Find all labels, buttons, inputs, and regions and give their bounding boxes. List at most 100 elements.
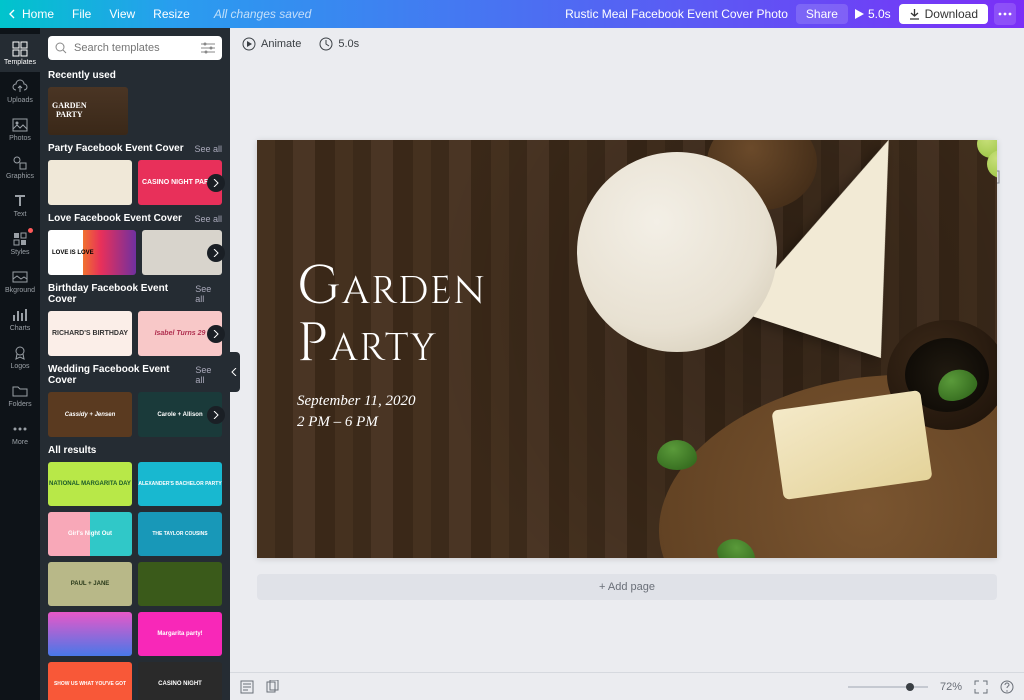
save-status: All changes saved — [214, 7, 311, 21]
template-thumb[interactable]: LOVE IS LOVE — [48, 230, 136, 275]
rail-more[interactable]: More — [0, 414, 40, 452]
design-canvas[interactable]: GardenParty September 11, 2020 2 PM – 6 … — [257, 140, 997, 558]
zoom-slider[interactable] — [848, 686, 928, 688]
chevron-left-icon — [8, 9, 18, 19]
see-all-link[interactable]: See all — [195, 284, 222, 304]
cloud-upload-icon — [12, 79, 28, 95]
animate-icon — [242, 37, 256, 51]
rail-graphics[interactable]: Graphics — [0, 148, 40, 186]
section-party: Party Facebook Event Cover — [48, 143, 184, 154]
animate-button[interactable]: Animate — [242, 37, 301, 51]
template-thumb[interactable]: Cassidy + Jensen — [48, 392, 132, 437]
rail-photos[interactable]: Photos — [0, 110, 40, 148]
more-menu-button[interactable] — [994, 3, 1016, 25]
file-menu[interactable]: File — [72, 7, 91, 21]
search-icon — [55, 42, 67, 54]
download-label: Download — [925, 7, 978, 21]
template-thumb[interactable] — [138, 562, 222, 606]
rail-background[interactable]: Bkground — [0, 262, 40, 300]
template-thumb[interactable]: ALEXANDER'S BACHELOR PARTY — [138, 462, 222, 506]
template-thumb[interactable]: GARDENPARTY — [48, 87, 128, 135]
context-toolbar: Animate 5.0s — [230, 28, 1024, 60]
image-icon — [12, 117, 28, 133]
template-thumb[interactable]: NATIONAL MARGARITA DAY — [48, 462, 132, 506]
section-wedding: Wedding Facebook Event Cover — [48, 364, 195, 386]
design-date[interactable]: September 11, 2020 — [297, 391, 487, 412]
side-rail: Templates Uploads Photos Graphics Text S… — [0, 28, 40, 700]
play-icon — [854, 9, 864, 19]
see-all-link[interactable]: See all — [194, 214, 222, 224]
duration-button[interactable]: 5.0s — [319, 37, 359, 51]
template-thumb[interactable]: SHOW US WHAT YOU'VE GOT — [48, 662, 132, 700]
template-thumb[interactable]: Girl's Night Out — [48, 512, 132, 556]
pages-icon[interactable] — [266, 680, 280, 694]
add-page-button[interactable]: + Add page — [257, 574, 997, 600]
section-all-results: All results — [48, 445, 96, 456]
template-thumb[interactable]: THE TAYLOR COUSINS — [138, 512, 222, 556]
templates-panel: Recently used GARDENPARTY Party Facebook… — [40, 28, 230, 700]
see-all-link[interactable]: See all — [195, 365, 222, 385]
document-title[interactable]: Rustic Meal Facebook Event Cover Photo — [565, 7, 788, 21]
bar-chart-icon — [12, 307, 28, 323]
chevron-right-icon — [212, 330, 220, 338]
view-menu[interactable]: View — [109, 7, 135, 21]
scroll-right-button[interactable] — [207, 244, 225, 262]
new-badge — [28, 228, 33, 233]
zoom-thumb[interactable] — [906, 683, 914, 691]
dots-icon — [998, 12, 1012, 16]
rail-charts[interactable]: Charts — [0, 300, 40, 338]
template-thumb[interactable]: CASINO NIGHT — [138, 662, 222, 700]
filter-icon[interactable] — [201, 42, 215, 54]
folder-icon — [12, 383, 28, 399]
chevron-right-icon — [212, 179, 220, 187]
share-button[interactable]: Share — [796, 4, 848, 24]
search-input[interactable] — [48, 36, 222, 60]
collapse-panel-button[interactable] — [228, 352, 240, 392]
scroll-right-button[interactable] — [207, 406, 225, 424]
template-thumb[interactable]: Margarita party! — [138, 612, 222, 656]
template-thumb[interactable] — [48, 612, 132, 656]
grid-icon — [12, 41, 28, 57]
chevron-right-icon — [212, 249, 220, 257]
rail-folders[interactable]: Folders — [0, 376, 40, 414]
section-recently-used: Recently used — [48, 70, 116, 81]
zoom-value[interactable]: 72% — [940, 681, 962, 693]
bottom-bar: 72% — [230, 672, 1024, 700]
rail-uploads[interactable]: Uploads — [0, 72, 40, 110]
chevron-left-icon — [231, 368, 237, 376]
notes-icon[interactable] — [240, 680, 254, 694]
rail-templates[interactable]: Templates — [0, 34, 40, 72]
scroll-right-button[interactable] — [207, 325, 225, 343]
resize-menu[interactable]: Resize — [153, 7, 190, 21]
palette-icon — [12, 231, 28, 247]
canvas-stage[interactable]: GardenParty September 11, 2020 2 PM – 6 … — [230, 60, 1024, 672]
see-all-link[interactable]: See all — [194, 144, 222, 154]
design-heading[interactable]: GardenParty — [297, 260, 487, 373]
section-love: Love Facebook Event Cover — [48, 213, 182, 224]
home-button[interactable]: Home — [8, 7, 54, 21]
play-button[interactable]: 5.0s — [854, 7, 891, 21]
landscape-icon — [12, 269, 28, 285]
dots-horizontal-icon — [12, 421, 28, 437]
template-thumb[interactable]: PAUL + JANE — [48, 562, 132, 606]
scroll-right-button[interactable] — [207, 174, 225, 192]
shapes-icon — [12, 155, 28, 171]
download-icon — [909, 9, 920, 20]
design-time[interactable]: 2 PM – 6 PM — [297, 412, 487, 433]
rail-text[interactable]: Text — [0, 186, 40, 224]
template-thumb[interactable]: RICHARD'S BIRTHDAY — [48, 311, 132, 356]
badge-icon — [12, 345, 28, 361]
home-label: Home — [22, 7, 54, 21]
rail-logos[interactable]: Logos — [0, 338, 40, 376]
design-text-group[interactable]: GardenParty September 11, 2020 2 PM – 6 … — [297, 260, 487, 433]
chevron-right-icon — [212, 411, 220, 419]
template-thumb[interactable] — [48, 160, 132, 205]
help-icon[interactable] — [1000, 680, 1014, 694]
top-menubar: Home File View Resize All changes saved … — [0, 0, 1024, 28]
fullscreen-icon[interactable] — [974, 680, 988, 694]
text-icon — [12, 193, 28, 209]
clock-icon — [319, 37, 333, 51]
rail-styles[interactable]: Styles — [0, 224, 40, 262]
download-button[interactable]: Download — [899, 4, 988, 24]
play-duration: 5.0s — [868, 7, 891, 21]
